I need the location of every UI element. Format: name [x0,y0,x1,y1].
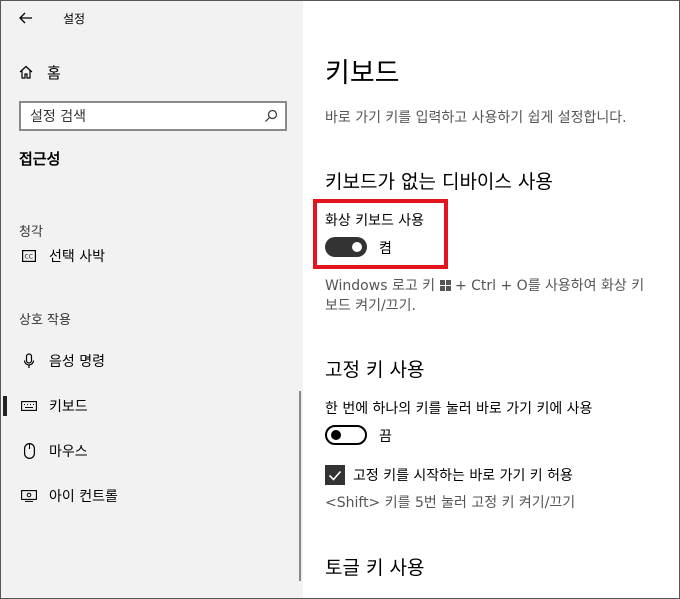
sidebar-item-closed-captions[interactable]: CC 선택 사박 [1,238,303,274]
sidebar-item-keyboard[interactable]: 키보드 [1,388,303,424]
section-heading-sticky: 고정 키 사용 [325,359,425,381]
page-title: 키보드 [325,58,400,89]
home-icon [19,65,33,79]
sidebar-item-label: 아이 컨트롤 [49,489,118,505]
sticky-shortcut-checkbox-row[interactable]: 고정 키를 시작하는 바로 가기 키 허용 [325,465,573,485]
sidebar-item-mouse[interactable]: 마우스 [1,433,303,469]
search-input[interactable]: 설정 검색 [19,101,287,131]
sidebar-item-speech[interactable]: 음성 명령 [1,343,303,379]
arrow-left-icon [19,12,32,24]
sidebar-item-label: 마우스 [49,444,88,460]
back-button[interactable] [15,7,37,29]
onscreen-keyboard-note: Windows 로고 키 + Ctrl + O를 사용하여 화상 키 보드 켜기… [325,276,661,316]
section-heading-onscreen: 키보드가 없는 디바이스 사용 [325,171,553,193]
search-placeholder: 설정 검색 [30,109,86,125]
sticky-shortcut-checkbox[interactable] [325,465,345,485]
highlight-box [313,199,448,269]
microphone-icon [19,353,39,369]
mouse-icon [19,443,39,459]
app-title: 설정 [63,12,86,26]
sidebar-section-title: 접근성 [19,150,61,168]
sidebar-item-label: 키보드 [49,399,88,415]
sidebar: 설정 홈 설정 검색 접근성 청각 CC 선택 사박 상호 작용 음성 명령 키… [1,1,303,598]
note-text-2: + Ctrl + O를 사용하여 화상 키 [454,278,645,294]
sticky-keys-label: 한 번에 하나의 키를 눌러 바로 가기 키에 사용 [325,401,593,417]
svg-text:CC: CC [25,254,33,261]
keyboard-icon [19,401,39,411]
sticky-keys-toggle[interactable] [325,425,367,445]
sidebar-item-label: 음성 명령 [49,354,105,370]
sidebar-item-label: 선택 사박 [49,249,105,265]
home-label: 홈 [47,63,61,82]
group-label-interaction: 상호 작용 [19,313,71,328]
checkmark-icon [328,470,342,481]
search-icon[interactable] [264,109,278,123]
settings-window: 설정 홈 설정 검색 접근성 청각 CC 선택 사박 상호 작용 음성 명령 키… [0,0,680,599]
page-description: 바로 가기 키를 입력하고 사용하기 쉽게 설정합니다. [325,110,627,126]
eye-control-icon [19,490,39,502]
note-text-1: Windows 로고 키 [325,278,436,294]
closed-caption-icon: CC [19,250,39,262]
sticky-keys-state: 끔 [379,429,392,445]
note-text-3: 보드 켜기/끄기. [325,298,416,314]
main-content: 키보드 바로 가기 키를 입력하고 사용하기 쉽게 설정합니다. 키보드가 없는… [303,1,679,598]
sidebar-item-home[interactable]: 홈 [19,59,61,85]
section-heading-toggle-keys: 토글 키 사용 [325,557,425,579]
sticky-keys-note: <Shift> 키를 5번 눌러 고정 키 켜기/끄기 [325,495,576,511]
windows-logo-icon [439,280,451,291]
sticky-shortcut-label: 고정 키를 시작하는 바로 가기 키 허용 [353,468,573,484]
sidebar-scrollbar[interactable] [299,391,301,581]
sidebar-item-eye-control[interactable]: 아이 컨트롤 [1,478,303,514]
